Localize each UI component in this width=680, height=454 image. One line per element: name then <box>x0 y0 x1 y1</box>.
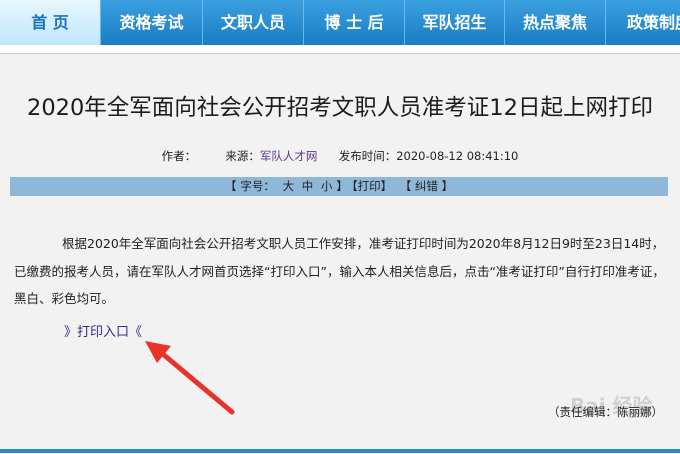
responsible-editor: （责任编辑：陈丽娜） <box>548 405 663 419</box>
bottom-divider <box>0 449 680 453</box>
red-arrow-icon <box>145 341 235 415</box>
